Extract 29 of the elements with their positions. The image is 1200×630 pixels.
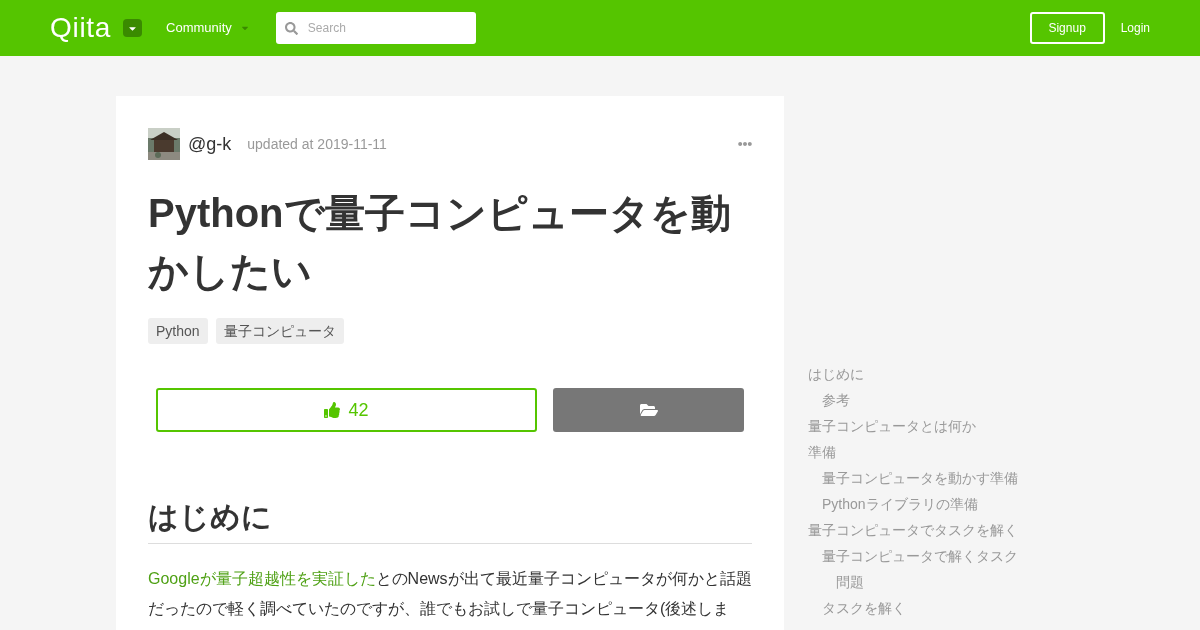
logo[interactable]: Qiita <box>50 14 112 42</box>
tag[interactable]: 量子コンピュータ <box>215 318 344 344</box>
toc-link[interactable]: 量子コンピュータとは何か <box>808 413 1018 439</box>
login-link[interactable]: Login <box>1120 19 1150 37</box>
tag[interactable]: Python <box>148 318 208 344</box>
toc-link[interactable]: タスクを解く <box>808 595 1018 621</box>
community-menu[interactable]: Community <box>166 18 250 38</box>
section-heading: はじめに <box>148 494 752 544</box>
author-name[interactable]: @g-k <box>188 130 232 158</box>
article-title: Pythonで量子コンピュータを動かしたい <box>148 190 732 295</box>
toc-link[interactable]: 量子コンピュータで解くタスク <box>808 543 1018 569</box>
folder-icon <box>639 401 658 419</box>
updated-date: updated at 2019-11-11 <box>247 134 387 154</box>
toc-link[interactable]: 準備 <box>808 439 1018 465</box>
toc-link[interactable]: Pythonライブラリの準備 <box>808 491 1018 517</box>
like-button[interactable]: 42 <box>156 388 537 432</box>
toc-link[interactable]: 量子コンピュータを動かす準備 <box>808 465 1018 491</box>
stock-button[interactable] <box>553 388 744 432</box>
toc-link[interactable]: はじめに <box>808 361 1018 387</box>
toc-link[interactable]: 問題 <box>808 569 1018 595</box>
toc-link[interactable]: 参考 <box>808 387 1018 413</box>
search-field[interactable]: Search <box>275 12 476 44</box>
search-icon <box>284 22 298 35</box>
paragraph: Googleが量子超越性を実証した とのNewsが出て最近量子コンピュータが何かと話題だったので軽く調べていたのですが、誰でもお試しで量子コンピュータ(後述しま <box>148 569 752 619</box>
article-link[interactable]: Googleが量子超越性を実証した <box>148 570 376 587</box>
thumbs-up-icon <box>324 402 341 418</box>
logo-dropdown-button[interactable] <box>123 19 143 37</box>
signup-button[interactable]: Signup <box>1029 12 1105 44</box>
toc-link[interactable]: 量子コンピュータでタスクを解く <box>808 517 1018 543</box>
